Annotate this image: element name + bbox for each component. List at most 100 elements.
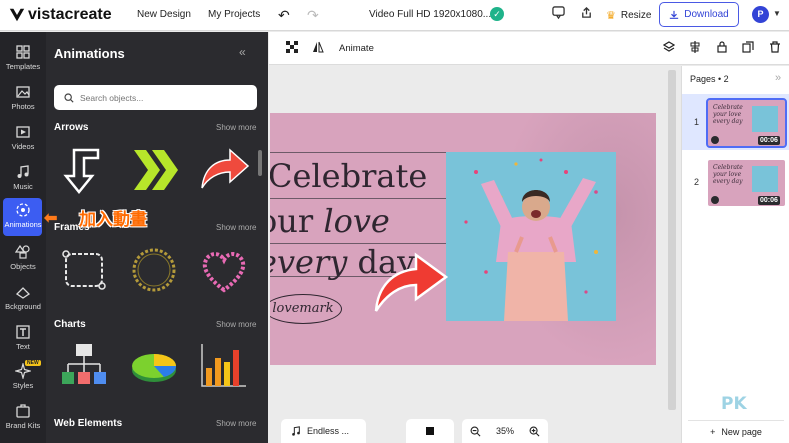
show-more-charts[interactable]: Show more (216, 320, 256, 329)
rail-item-photos[interactable]: Photos (0, 80, 46, 120)
lovemark-stamp[interactable]: lovemark (270, 294, 342, 324)
thumb-text: Celebrate your love every day (713, 104, 743, 125)
page-item[interactable]: 1 Celebrate your love every day 00:06 (682, 94, 789, 150)
page-number: 2 (694, 177, 700, 187)
canvas-scrollbar[interactable] (668, 70, 676, 410)
pie-chart-thumb[interactable] (128, 340, 180, 392)
page-number: 1 (694, 117, 700, 127)
rail-item-music[interactable]: Music (0, 160, 46, 200)
rail-label: Bckground (5, 302, 41, 311)
brand-logo[interactable]: vistacreate (8, 6, 112, 24)
zoom-in-icon[interactable] (529, 426, 540, 437)
avatar[interactable]: P (752, 6, 769, 23)
background-icon (15, 287, 31, 299)
lock-icon[interactable] (716, 41, 728, 56)
rail-label: Animations (4, 220, 42, 229)
celebration-photo[interactable] (446, 152, 616, 321)
new-page-button[interactable]: + New page (688, 420, 784, 443)
redo-icon[interactable]: ↷ (307, 7, 319, 24)
animate-button[interactable]: Animate (339, 43, 374, 54)
annotation-arrow-icon: ⬅ (44, 210, 58, 227)
duplicate-icon[interactable] (742, 41, 754, 56)
undo-icon[interactable]: ↶ (278, 7, 290, 24)
flip-icon[interactable] (312, 41, 324, 56)
rail-label: Brand Kits (5, 421, 41, 430)
layers-icon[interactable] (662, 41, 676, 56)
section-title-web-elements: Web Elements (54, 418, 123, 429)
rail-item-styles[interactable]: NEW Styles (0, 359, 46, 399)
search-icon (64, 92, 74, 103)
headline-line-2[interactable]: our love (270, 202, 390, 240)
rail-item-objects[interactable]: Objects (0, 240, 46, 280)
rail-item-animations[interactable]: Animations (0, 198, 46, 238)
show-more-frames[interactable]: Show more (216, 223, 256, 232)
design-canvas[interactable]: Celebrate our love every day lovemark (270, 113, 656, 365)
headline-line-1[interactable]: Celebrate (270, 157, 427, 195)
document-title[interactable]: Video Full HD 1920x1080... (369, 9, 491, 20)
panel-title: Animations (54, 46, 125, 61)
show-more-web-elements[interactable]: Show more (216, 419, 256, 428)
panel-scrollbar[interactable] (258, 150, 262, 176)
text-icon (16, 325, 30, 339)
heart-frame-thumb[interactable] (198, 244, 250, 296)
download-label: Download (684, 9, 729, 20)
rail-label: Text (16, 342, 30, 351)
music-track-button[interactable]: Endless ... (281, 419, 366, 443)
new-design-link[interactable]: New Design (137, 9, 191, 20)
rail-item-background[interactable]: Bckground (0, 280, 46, 320)
zoom-out-icon[interactable] (470, 426, 481, 437)
annotation-text: 加入動畫 (79, 210, 147, 230)
transparency-icon[interactable] (286, 41, 298, 56)
woman-celebrating-image (464, 158, 598, 321)
double-chevron-animation-thumb[interactable] (128, 144, 180, 196)
page-thumbnail[interactable]: Celebrate your love every day 00:06 (706, 98, 787, 148)
divider-line (270, 152, 446, 153)
rail-item-videos[interactable]: Videos (0, 120, 46, 160)
page-duration: 00:06 (758, 136, 780, 145)
curved-arrow-animation-thumb[interactable] (198, 144, 250, 196)
comment-icon[interactable] (552, 6, 565, 22)
search-box[interactable] (54, 85, 257, 110)
resize-button[interactable]: ♛ Resize (606, 9, 651, 22)
arrow-down-animation-thumb[interactable] (58, 144, 110, 196)
animation-indicator-icon (711, 196, 719, 204)
page-item[interactable]: 2 Celebrate your love every day 00:06 (682, 154, 789, 210)
new-badge: NEW (25, 360, 41, 366)
share-icon[interactable] (580, 6, 593, 22)
resize-label: Resize (620, 10, 652, 21)
red-curved-arrow-sticker[interactable] (372, 245, 452, 315)
rail-label: Photos (11, 102, 35, 111)
video-icon (16, 126, 30, 138)
show-more-arrows[interactable]: Show more (216, 123, 256, 132)
rail-label: Objects (10, 262, 36, 271)
thumb-photo (752, 106, 778, 132)
rail-item-text[interactable]: Text (0, 320, 46, 360)
music-icon (17, 165, 29, 178)
collapse-panel-icon[interactable]: « (239, 45, 246, 59)
rail-label: Videos (11, 142, 35, 151)
page-thumbnail[interactable]: Celebrate your love every day 00:06 (708, 160, 785, 206)
chevron-down-icon[interactable]: ▼ (773, 9, 781, 18)
trash-icon[interactable] (769, 41, 781, 56)
rail-item-brand-kits[interactable]: Brand Kits (0, 399, 46, 439)
doodle-frame-thumb[interactable] (58, 244, 110, 296)
zoom-level[interactable]: 35% (496, 426, 514, 436)
crown-icon: ♛ (606, 10, 616, 22)
top-bar: vistacreate New Design My Projects ↶ ↷ V… (0, 0, 789, 31)
headline-italic: every (270, 243, 348, 281)
align-icon[interactable] (689, 41, 701, 56)
collapse-pages-icon[interactable]: » (775, 72, 781, 84)
org-chart-thumb[interactable] (58, 340, 110, 392)
stop-button[interactable] (406, 419, 454, 443)
thumb-text: Celebrate your love every day (713, 164, 743, 185)
rail-item-templates[interactable]: Templates (0, 40, 46, 80)
wreath-frame-thumb[interactable] (128, 244, 180, 296)
download-button[interactable]: Download (659, 2, 739, 27)
music-track-label: Endless ... (307, 426, 350, 436)
bar-chart-thumb[interactable] (198, 340, 250, 392)
search-input[interactable] (80, 92, 240, 103)
my-projects-link[interactable]: My Projects (208, 9, 260, 20)
section-title-charts: Charts (54, 319, 86, 330)
site-watermark: PK (721, 394, 747, 414)
brand-kit-icon (16, 404, 30, 418)
